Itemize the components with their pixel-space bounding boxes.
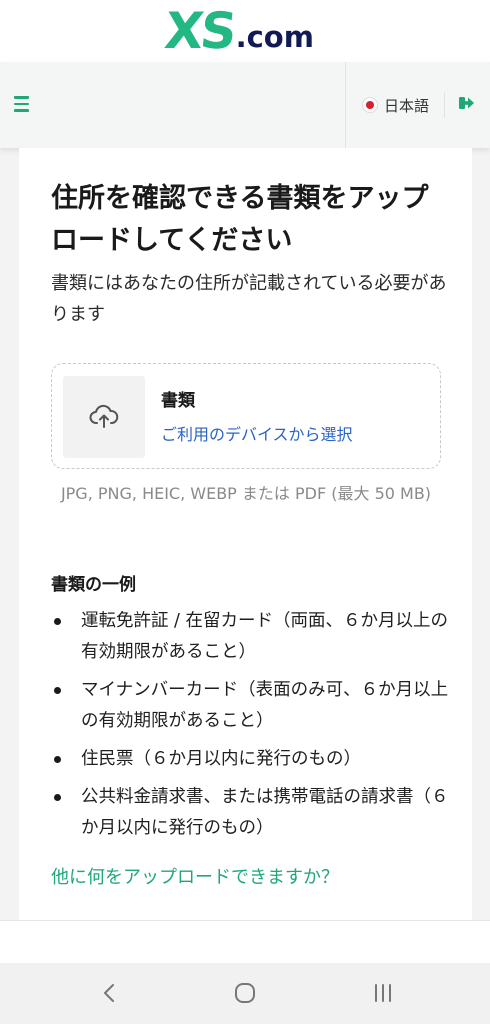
- hamburger-menu-icon[interactable]: [14, 93, 36, 115]
- what-else-upload-link[interactable]: 他に何をアップロードできますか？: [51, 863, 339, 889]
- upload-thumbnail[interactable]: [63, 376, 145, 458]
- bullet-icon: [54, 618, 61, 625]
- japan-flag-icon: [362, 97, 378, 113]
- bullet-icon: [54, 687, 61, 694]
- system-navigation-bar: [0, 963, 490, 1024]
- page-title: 住所を確認できる書類をアップロードしてください: [51, 183, 429, 256]
- example-item-text: マイナンバーカード（表面のみ可、６か月以上の有効期限があること）: [81, 680, 449, 731]
- logo-com-text: .com: [235, 20, 314, 54]
- example-item-text: 公共料金請求書、または携帯電話の請求書（６か月以内に発行のもの）: [81, 787, 449, 838]
- back-icon[interactable]: [98, 981, 122, 1005]
- cloud-upload-icon: [89, 404, 119, 428]
- examples-list: 運転免許証 / 在留カード（両面、６か月以上の有効期限があること） マイナンバー…: [51, 606, 451, 851]
- document-dropzone[interactable]: 書類 ご利用のデバイスから選択: [51, 363, 441, 469]
- logout-icon[interactable]: [456, 93, 476, 113]
- language-label: 日本語: [384, 96, 430, 115]
- xs-logo[interactable]: XS .com: [161, 2, 314, 60]
- accepted-formats-note: JPG, PNG, HEIC, WEBP または PDF (最大 50 MB): [60, 484, 432, 503]
- logo-bar: XS .com: [0, 0, 490, 62]
- list-item: 住民票（６か月以内に発行のもの）: [51, 744, 451, 775]
- document-label: 書類: [161, 391, 195, 411]
- list-item: 運転免許証 / 在留カード（両面、６か月以上の有効期限があること）: [51, 606, 451, 668]
- logo-xs-text: XS: [161, 2, 237, 60]
- bullet-icon: [54, 794, 61, 801]
- page-subtitle: 書類にはあなたの住所が記載されている必要があります: [51, 273, 447, 325]
- recent-apps-icon[interactable]: [370, 981, 396, 1005]
- language-selector[interactable]: 日本語: [362, 92, 429, 118]
- example-item-text: 住民票（６か月以内に発行のもの）: [81, 749, 361, 769]
- examples-heading: 書類の一例: [51, 575, 136, 595]
- header-divider: [345, 62, 346, 148]
- example-item-text: 運転免許証 / 在留カード（両面、６か月以上の有効期限があること）: [81, 611, 449, 662]
- select-from-device-link[interactable]: ご利用のデバイスから選択: [161, 421, 353, 445]
- home-icon[interactable]: [233, 981, 257, 1005]
- header-divider-2: [444, 92, 445, 118]
- list-item: 公共料金請求書、または携帯電話の請求書（６か月以内に発行のもの）: [51, 782, 451, 844]
- page-bottom-area: [0, 920, 490, 964]
- list-item: マイナンバーカード（表面のみ可、６か月以上の有効期限があること）: [51, 675, 451, 737]
- bullet-icon: [54, 756, 61, 763]
- upload-card: 住所を確認できる書類をアップロードしてください 書類にはあなたの住所が記載されて…: [19, 148, 472, 920]
- top-header: 日本語: [0, 62, 490, 148]
